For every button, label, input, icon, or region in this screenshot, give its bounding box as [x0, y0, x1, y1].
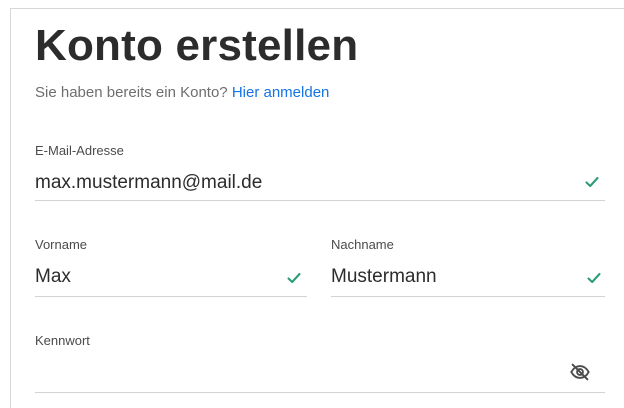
- check-icon: [585, 176, 599, 188]
- email-input[interactable]: max.mustermann@mail.de: [35, 171, 262, 195]
- password-input[interactable]: [35, 361, 555, 385]
- eye-slash-icon[interactable]: [569, 361, 591, 383]
- email-label: E-Mail-Adresse: [35, 143, 124, 158]
- last-name-label: Nachname: [331, 237, 394, 252]
- first-name-field[interactable]: Vorname Max: [35, 237, 307, 297]
- last-name-input[interactable]: Mustermann: [331, 265, 437, 289]
- signin-link[interactable]: Hier anmelden: [232, 84, 330, 101]
- signup-card: Konto erstellen Sie haben bereits ein Ko…: [10, 8, 624, 408]
- last-name-field[interactable]: Nachname Mustermann: [331, 237, 605, 297]
- password-field[interactable]: Kennwort: [35, 333, 605, 393]
- first-name-label: Vorname: [35, 237, 88, 252]
- email-field[interactable]: E-Mail-Adresse max.mustermann@mail.de: [35, 143, 605, 201]
- signin-prompt: Sie haben bereits ein Konto? Hier anmeld…: [35, 83, 329, 103]
- page-title: Konto erstellen: [35, 21, 359, 70]
- password-label: Kennwort: [35, 333, 90, 348]
- check-icon: [587, 272, 601, 284]
- first-name-input[interactable]: Max: [35, 265, 71, 289]
- have-account-text: Sie haben bereits ein Konto?: [35, 84, 228, 101]
- check-icon: [287, 272, 301, 284]
